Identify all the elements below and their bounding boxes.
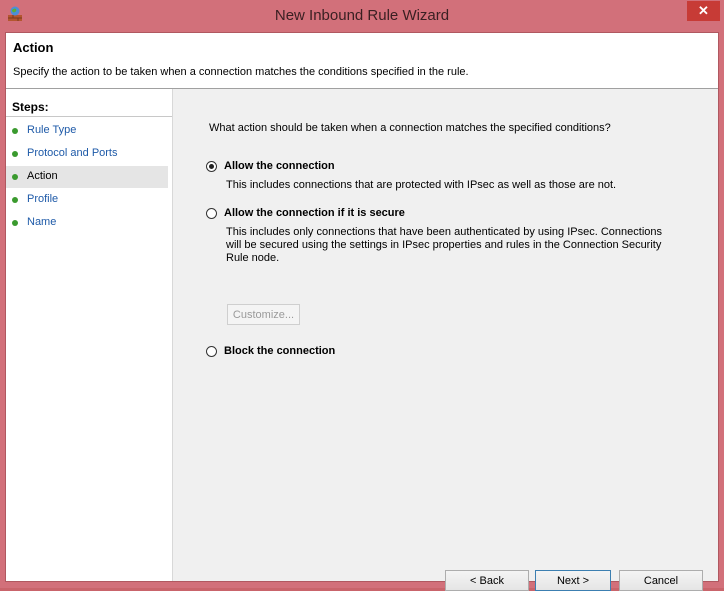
wizard-window: New Inbound Rule Wizard ✕ Action Specify… — [0, 0, 724, 591]
step-bullet-icon — [12, 151, 18, 157]
step-rule-type[interactable]: Rule Type — [6, 120, 168, 142]
step-action[interactable]: Action — [6, 166, 168, 188]
action-content: What action should be taken when a conne… — [173, 89, 718, 591]
close-button[interactable]: ✕ — [687, 1, 720, 21]
radio-label: Block the connection — [224, 345, 336, 357]
window-title: New Inbound Rule Wizard — [274, 7, 450, 24]
step-label: Name — [27, 216, 57, 228]
radio-unselected-icon[interactable] — [206, 207, 217, 219]
step-label: Profile — [27, 193, 59, 205]
page-title: Action — [13, 40, 54, 55]
wizard-header: Action Specify the action to be taken wh… — [6, 33, 718, 89]
page-description: Specify the action to be taken when a co… — [13, 66, 469, 78]
title-bar[interactable]: New Inbound Rule Wizard ✕ — [0, 0, 724, 32]
step-bullet-icon — [12, 197, 18, 203]
step-label: Rule Type — [27, 124, 77, 136]
step-protocol-and-ports[interactable]: Protocol and Ports — [6, 143, 168, 165]
steps-divider — [6, 116, 172, 117]
customize-button[interactable]: Customize... — [227, 304, 300, 325]
close-icon: ✕ — [698, 3, 709, 18]
step-bullet-icon — [12, 220, 18, 226]
allow-connection-description: This includes connections that are prote… — [226, 179, 617, 191]
step-label: Action — [27, 170, 58, 182]
step-bullet-icon — [12, 174, 18, 180]
description-line: This includes only connections that have… — [226, 226, 662, 238]
steps-title: Steps: — [12, 100, 49, 114]
wizard-client-area: Action Specify the action to be taken wh… — [5, 32, 719, 591]
radio-block-connection[interactable]: Block the connection — [206, 345, 335, 357]
radio-label: Allow the connection if it is secure — [224, 207, 405, 219]
radio-allow-if-secure[interactable]: Allow the connection if it is secure — [206, 207, 405, 219]
step-name[interactable]: Name — [6, 212, 168, 234]
steps-panel: Steps: Rule Type Protocol and Ports Acti… — [6, 89, 172, 581]
radio-label: Allow the connection — [224, 160, 335, 172]
step-profile[interactable]: Profile — [6, 189, 168, 211]
description-line: Rule node. — [226, 252, 280, 264]
action-question: What action should be taken when a conne… — [209, 122, 611, 134]
step-bullet-icon — [12, 128, 18, 134]
step-label: Protocol and Ports — [27, 147, 118, 159]
radio-unselected-icon[interactable] — [206, 345, 217, 357]
radio-selected-icon[interactable] — [206, 160, 217, 172]
allow-if-secure-description: This includes only connections that have… — [226, 226, 666, 265]
description-line: will be secured using the settings in IP… — [226, 239, 662, 251]
radio-allow-connection[interactable]: Allow the connection — [206, 160, 335, 172]
